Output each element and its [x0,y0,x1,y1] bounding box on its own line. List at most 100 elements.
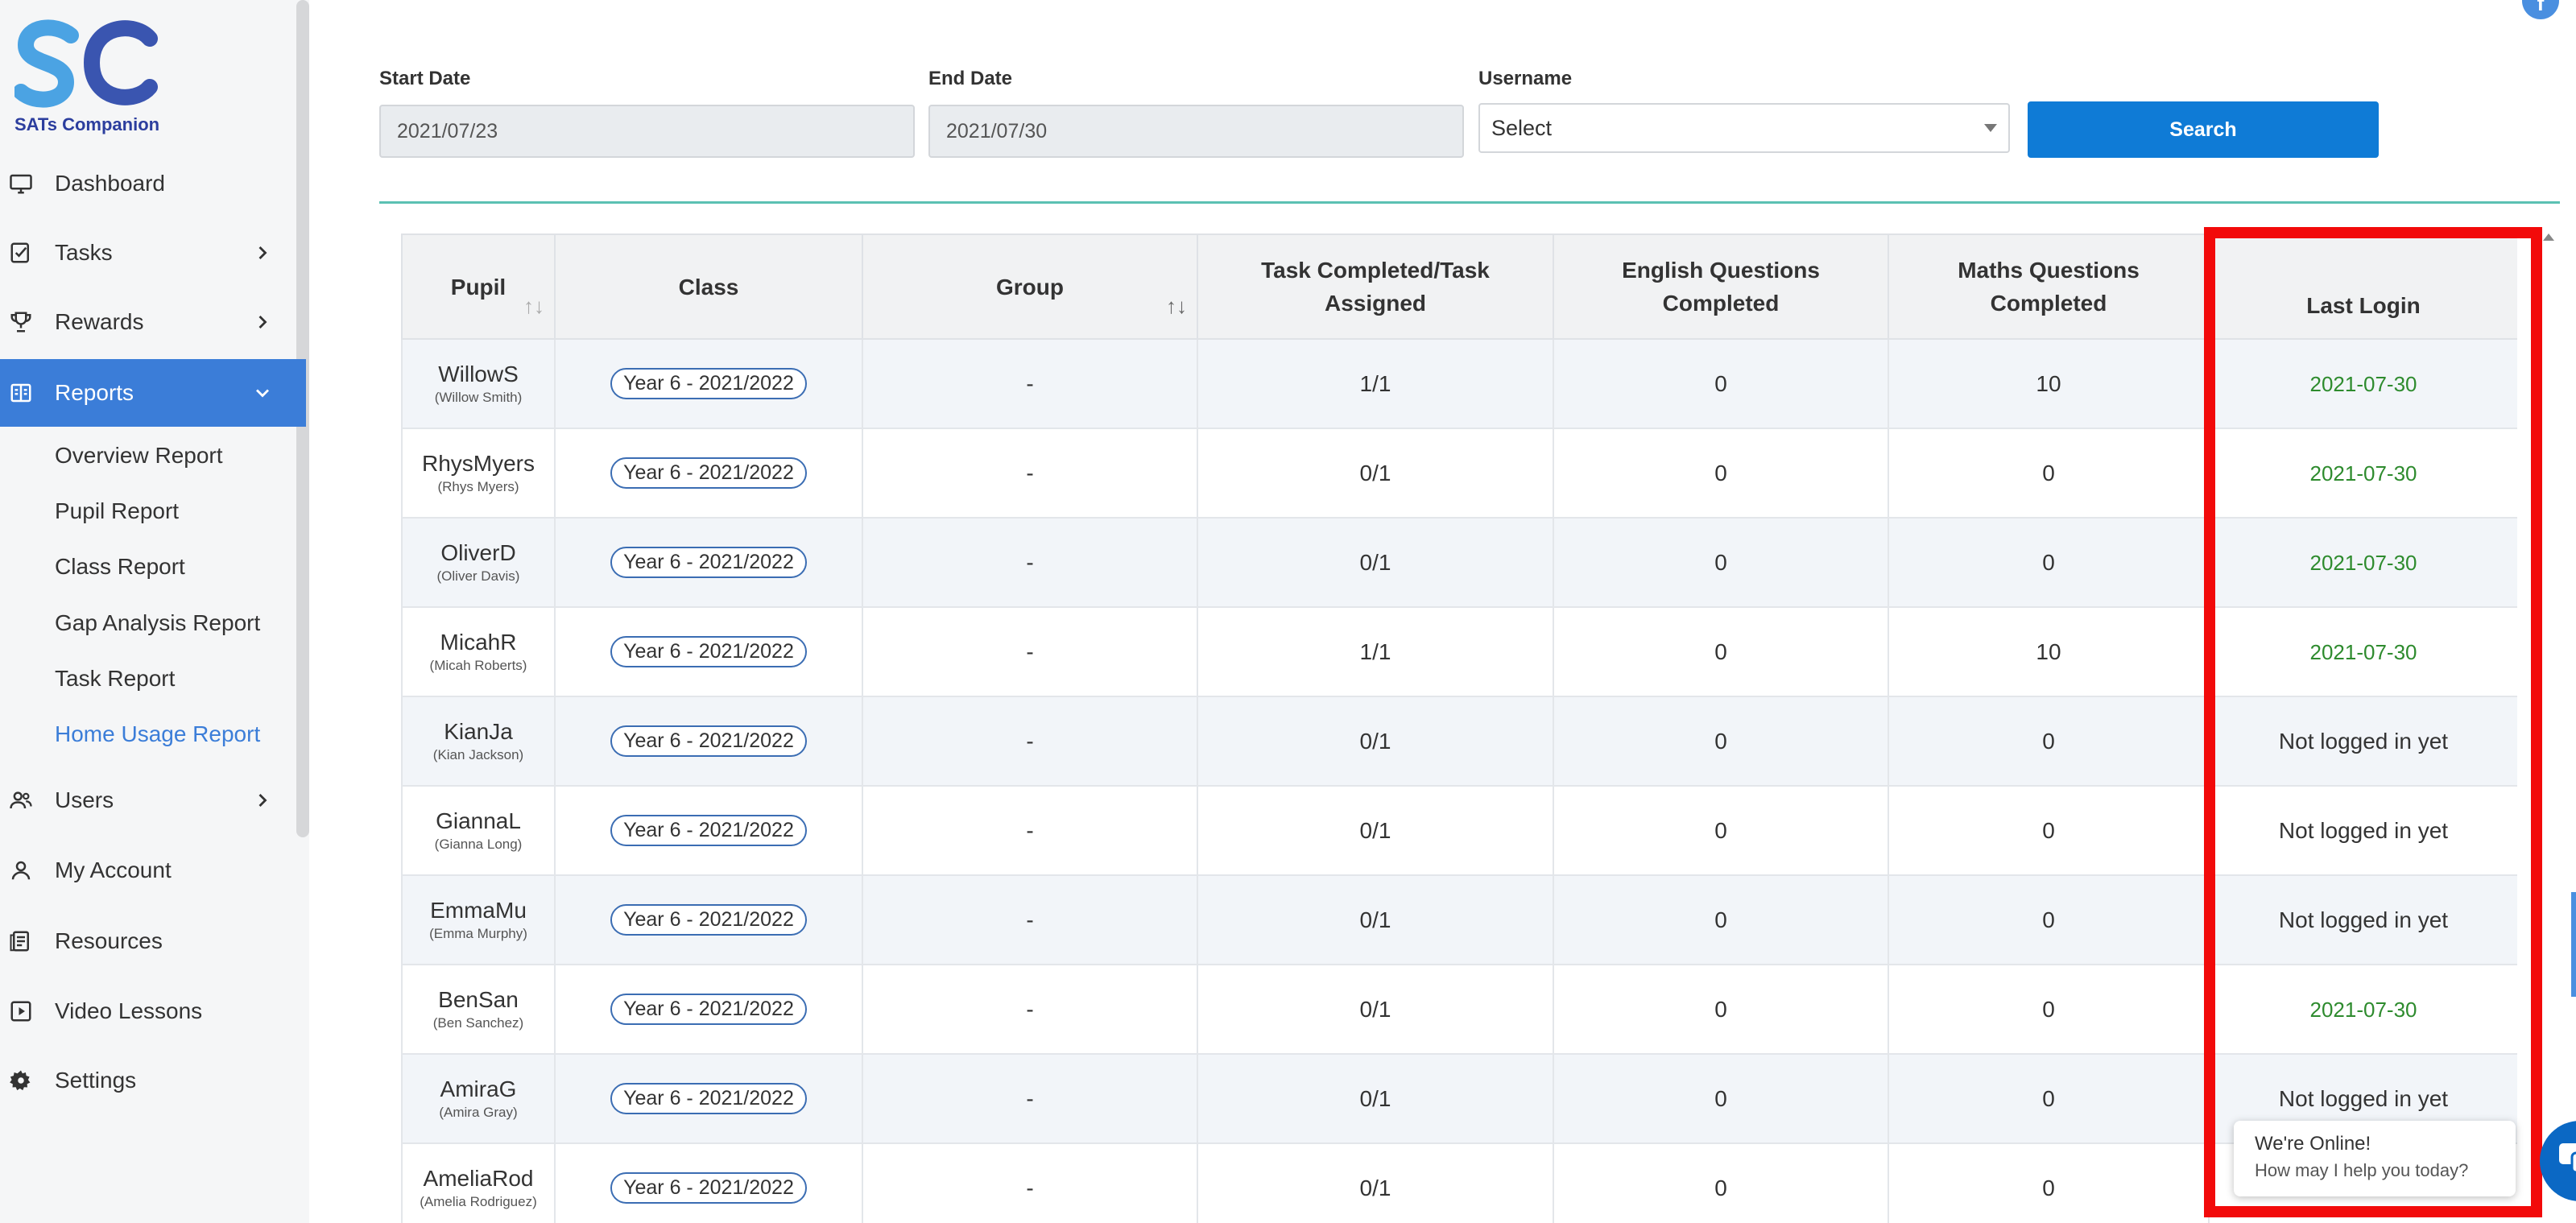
class-badge: Year 6 - 2021/2022 [610,368,807,399]
sidebar-item-my-account[interactable]: My Account [0,837,306,904]
table-header-row: Pupil ↑↓ Class Group ↑↓ Task Completed/T… [401,233,2517,340]
cell-group: - [862,1142,1198,1223]
chat-launcher-button[interactable] [2540,1121,2576,1201]
end-date-input[interactable]: 2021/07/30 [928,105,1464,158]
cell-maths: 0 [1888,428,2210,519]
username-label: Username [1478,68,1573,89]
account-icon [8,857,34,883]
sidebar-item-label: Dashboard [55,171,165,196]
cell-class: Year 6 - 2021/2022 [554,696,863,787]
chevron-down-icon [256,389,269,398]
sidebar-item-tasks[interactable]: Tasks [0,219,306,287]
side-tab[interactable] [2571,892,2576,997]
start-date-input[interactable]: 2021/07/23 [379,105,915,158]
cell-maths: 0 [1888,964,2210,1055]
table-row: BenSan (Ben Sanchez) Year 6 - 2021/2022 -0/… [401,964,2517,1055]
cell-maths: 0 [1888,1142,2210,1223]
pupil-fullname: (Kian Jackson) [432,746,524,762]
table-row: AmiraG (Amira Gray) Year 6 - 2021/2022 -0/1… [401,1053,2517,1144]
header-english: English Questions Completed [1553,233,1889,340]
pupil-fullname: (Oliver Davis) [436,568,520,584]
brand-logo[interactable]: SATs Companion [14,18,159,138]
chevron-right-icon [258,794,267,807]
cell-english: 0 [1553,785,1889,876]
last-login-value: 2021-07-30 [2309,550,2417,575]
sidebar-item-resources[interactable]: Resources [0,907,306,975]
header-label: Maths Questions Completed [1958,258,2140,316]
table-row: MicahR (Micah Roberts) Year 6 - 2021/2022 -… [401,606,2517,697]
monitor-icon [8,171,34,196]
cell-class: Year 6 - 2021/2022 [554,338,863,429]
sidebar-item-reports[interactable]: Reports [0,359,306,427]
sort-icon[interactable]: ↑↓ [1166,290,1187,323]
cell-group: - [862,696,1198,787]
table-row: RhysMyers (Rhys Myers) Year 6 - 2021/2022 -… [401,428,2517,519]
cell-pupil: EmmaMu (Emma Murphy) [401,874,556,965]
resources-icon [8,928,34,954]
sidebar-item-settings[interactable]: Settings [0,1047,306,1114]
checklist-icon [8,240,34,266]
cell-english: 0 [1553,338,1889,429]
cell-pupil: MicahR (Micah Roberts) [401,606,556,697]
cell-english: 0 [1553,1142,1889,1223]
gear-icon [8,1068,34,1093]
subnav-class-report[interactable]: Class Report [55,554,185,580]
cell-group: - [862,1053,1198,1144]
sidebar-item-label: Video Lessons [55,998,203,1023]
section-divider [379,201,2560,204]
sidebar-item-label: Reports [55,380,134,405]
chat-title: We're Online! [2255,1133,2371,1155]
class-badge: Year 6 - 2021/2022 [610,547,807,578]
chat-greeting-bubble[interactable]: We're Online! How may I help you today? [2234,1121,2516,1196]
header-group[interactable]: Group ↑↓ [862,233,1198,340]
cell-pupil: KianJa (Kian Jackson) [401,696,556,787]
cell-class: Year 6 - 2021/2022 [554,785,863,876]
trophy-icon [8,309,34,335]
pupil-username: MicahR [440,629,517,655]
header-pupil[interactable]: Pupil ↑↓ [401,233,556,340]
cell-class: Year 6 - 2021/2022 [554,428,863,519]
sidebar-item-video-lessons[interactable]: Video Lessons [0,977,306,1045]
sidebar-item-users[interactable]: Users [0,766,306,834]
sort-icon[interactable]: ↑↓ [523,290,544,323]
subnav-gap-analysis-report[interactable]: Gap Analysis Report [55,610,260,636]
sidebar-item-dashboard[interactable]: Dashboard [0,150,306,217]
cell-task: 0/1 [1197,517,1554,608]
last-login-value: 2021-07-30 [2309,639,2417,664]
cell-pupil: RhysMyers (Rhys Myers) [401,428,556,519]
subnav-task-report[interactable]: Task Report [55,666,175,692]
facebook-icon[interactable]: f [2522,0,2559,19]
chat-subtitle: How may I help you today? [2255,1160,2469,1180]
cell-english: 0 [1553,428,1889,519]
cell-pupil: GiannaL (Gianna Long) [401,785,556,876]
table-row: EmmaMu (Emma Murphy) Year 6 - 2021/2022 -0/… [401,874,2517,965]
table-body: WillowS (Willow Smith) Year 6 - 2021/2022 -… [401,338,2517,1223]
cell-task: 1/1 [1197,606,1554,697]
last-login-value: Not logged in yet [2278,1085,2449,1111]
search-button[interactable]: Search [2028,101,2379,158]
cell-maths: 0 [1888,1053,2210,1144]
subnav-pupil-report[interactable]: Pupil Report [55,498,179,524]
cell-english: 0 [1553,874,1889,965]
pupil-fullname: (Amira Gray) [439,1104,518,1120]
pupil-username: BenSan [438,986,519,1012]
subnav-overview-report[interactable]: Overview Report [55,443,223,469]
username-select[interactable]: Select [1478,103,2010,153]
cell-class: Year 6 - 2021/2022 [554,1142,863,1223]
sidebar-item-rewards[interactable]: Rewards [0,288,306,356]
chevron-right-icon [258,246,267,259]
sidebar-item-label: Settings [55,1068,137,1093]
cell-last-login: 2021-07-30 [2208,606,2517,697]
table-row: GiannaL (Gianna Long) Year 6 - 2021/2022-0… [401,785,2517,876]
cell-maths: 0 [1888,517,2210,608]
pupil-fullname: (Ben Sanchez) [432,1014,524,1031]
end-date-label: End Date [928,68,1013,89]
last-login-value: Not logged in yet [2278,907,2449,932]
start-date-label: Start Date [379,68,471,89]
cell-maths: 0 [1888,785,2210,876]
cell-pupil: OliverD (Oliver Davis) [401,517,556,608]
sidebar-item-label: Users [55,787,114,812]
class-badge: Year 6 - 2021/2022 [610,815,807,846]
subnav-home-usage-report[interactable]: Home Usage Report [55,721,260,747]
scroll-up-arrow-icon[interactable] [2543,233,2554,241]
